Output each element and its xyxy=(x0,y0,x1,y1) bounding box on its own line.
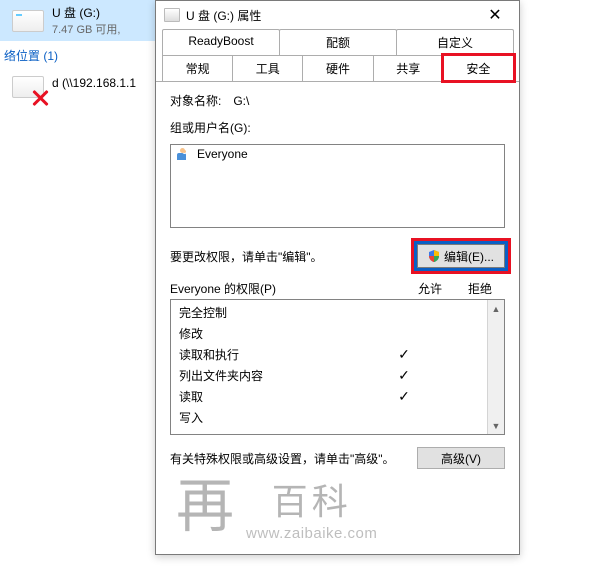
tab-general[interactable]: 常规 xyxy=(162,55,233,81)
allow-mark: ✓ xyxy=(379,388,429,405)
tab-strip: ReadyBoost 配额 自定义 常规 工具 硬件 共享 安全 xyxy=(156,29,519,82)
dialog-title: U 盘 (G:) 属性 xyxy=(186,7,475,24)
permission-row: 完全控制 xyxy=(171,302,487,323)
permission-row: 列出文件夹内容✓ xyxy=(171,365,487,386)
col-allow: 允许 xyxy=(405,280,455,297)
network-drive-item[interactable]: d (\\192.168.1.1 xyxy=(0,70,155,102)
scroll-up-button[interactable]: ▲ xyxy=(488,300,504,317)
permissions-list[interactable]: 完全控制修改读取和执行✓列出文件夹内容✓读取✓写入 xyxy=(171,300,487,434)
scrollbar[interactable]: ▲ ▼ xyxy=(487,300,504,434)
tab-sharing[interactable]: 共享 xyxy=(373,55,444,81)
drive-item-g[interactable]: U 盘 (G:) 7.47 GB 可用, xyxy=(0,0,155,41)
permission-row: 读取和执行✓ xyxy=(171,344,487,365)
advanced-hint: 有关特殊权限或高级设置，请单击"高级"。 xyxy=(170,450,395,467)
security-panel: 对象名称: G:\ 组或用户名(G): Everyone 要更改权限，请单击"编… xyxy=(156,82,519,469)
titlebar-drive-icon xyxy=(164,8,180,22)
permission-name: 完全控制 xyxy=(179,304,379,321)
object-name-value: G:\ xyxy=(233,94,249,108)
tab-hardware[interactable]: 硬件 xyxy=(302,55,373,81)
permission-row: 修改 xyxy=(171,323,487,344)
object-name-label: 对象名称: xyxy=(170,92,221,109)
permission-name: 写入 xyxy=(179,409,379,426)
group-users-label: 组或用户名(G): xyxy=(170,119,251,136)
permission-row: 读取✓ xyxy=(171,386,487,407)
permissions-box: 完全控制修改读取和执行✓列出文件夹内容✓读取✓写入 ▲ ▼ xyxy=(170,299,505,435)
permission-row: 写入 xyxy=(171,407,487,428)
col-deny: 拒绝 xyxy=(455,280,505,297)
users-listbox[interactable]: Everyone xyxy=(170,144,505,228)
tab-quota[interactable]: 配额 xyxy=(279,29,397,55)
drive-title: U 盘 (G:) xyxy=(52,4,120,21)
tab-custom[interactable]: 自定义 xyxy=(396,29,514,55)
permission-name: 修改 xyxy=(179,325,379,342)
edit-hint: 要更改权限，请单击"编辑"。 xyxy=(170,248,323,265)
close-button[interactable]: ✕ xyxy=(475,3,515,27)
edit-button-label: 编辑(E)... xyxy=(444,248,494,265)
uac-shield-icon xyxy=(428,250,440,262)
drive-icon xyxy=(12,10,44,32)
permission-name: 读取和执行 xyxy=(179,346,379,363)
drive-subtitle: 7.47 GB 可用, xyxy=(52,21,120,37)
scroll-track[interactable] xyxy=(488,317,504,417)
users-icon xyxy=(175,147,191,161)
edit-button[interactable]: 编辑(E)... xyxy=(417,244,505,268)
allow-mark: ✓ xyxy=(379,346,429,363)
tab-readyboost[interactable]: ReadyBoost xyxy=(162,29,280,55)
scroll-down-button[interactable]: ▼ xyxy=(488,417,504,434)
tab-tools[interactable]: 工具 xyxy=(232,55,303,81)
properties-dialog: U 盘 (G:) 属性 ✕ ReadyBoost 配额 自定义 常规 工具 硬件… xyxy=(155,0,520,555)
tab-security[interactable]: 安全 xyxy=(443,55,514,81)
permissions-header: Everyone 的权限(P) xyxy=(170,280,405,297)
explorer-pane: U 盘 (G:) 7.47 GB 可用, 络位置 (1) d (\\192.16… xyxy=(0,0,155,102)
user-item-everyone[interactable]: Everyone xyxy=(171,145,504,163)
allow-mark: ✓ xyxy=(379,367,429,384)
permission-name: 读取 xyxy=(179,388,379,405)
location-header: 络位置 (1) xyxy=(0,41,155,70)
advanced-button[interactable]: 高级(V) xyxy=(417,447,505,469)
drive-info: U 盘 (G:) 7.47 GB 可用, xyxy=(52,4,120,37)
titlebar: U 盘 (G:) 属性 ✕ xyxy=(156,1,519,29)
disconnected-icon xyxy=(30,88,50,108)
network-drive-label: d (\\192.168.1.1 xyxy=(52,76,136,90)
user-label: Everyone xyxy=(197,147,248,161)
permission-name: 列出文件夹内容 xyxy=(179,367,379,384)
